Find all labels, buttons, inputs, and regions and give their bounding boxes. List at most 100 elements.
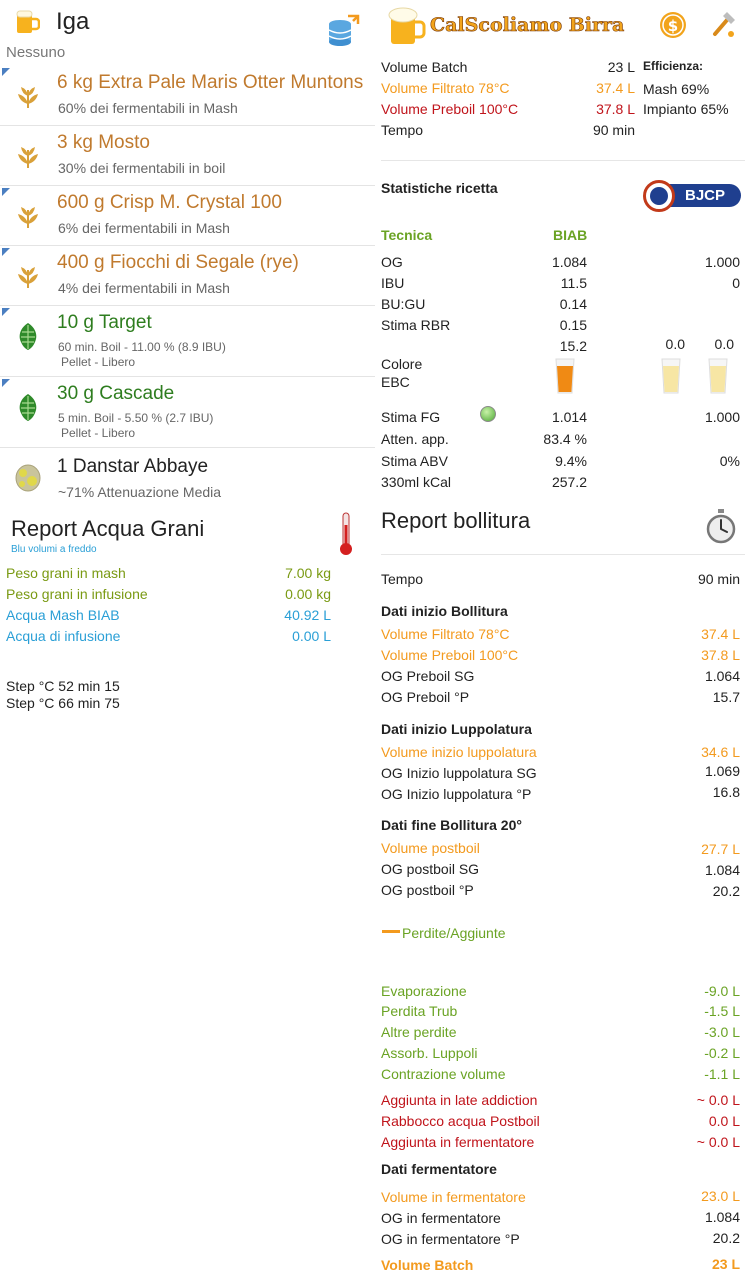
stat-target-value: 0 bbox=[732, 275, 740, 291]
stat-label: BU:GU bbox=[381, 296, 426, 312]
stat-value: 83.4 % bbox=[543, 431, 587, 447]
stat-value: 9.4% bbox=[555, 453, 587, 469]
beer-mug-logo-icon bbox=[388, 7, 426, 44]
edit-corner-marker bbox=[2, 308, 10, 316]
losses-toggle-label[interactable]: Perdite/Aggiunte bbox=[402, 925, 506, 941]
loss-label: Assorb. Luppoli bbox=[381, 1045, 478, 1061]
svg-text:$: $ bbox=[668, 17, 678, 35]
boil-row-label: OG Inizio luppolatura SG bbox=[381, 765, 537, 781]
mash-step: Step °C 52 min 15 bbox=[6, 678, 120, 694]
boil-row-label: OG postboil °P bbox=[381, 882, 474, 898]
boil-row-value: 27.7 L bbox=[701, 841, 740, 857]
ingredient-row[interactable]: 30 g Cascade 5 min. Boil - 5.50 % (2.7 I… bbox=[0, 377, 375, 448]
stat-label: IBU bbox=[381, 275, 405, 291]
edit-corner-marker bbox=[2, 379, 10, 387]
water-row-value: 7.00 kg bbox=[285, 565, 331, 581]
ingredient-name: 10 g Target bbox=[57, 312, 152, 333]
fermenter-row-value: 1.084 bbox=[704, 1209, 740, 1225]
boil-section-title: Dati inizio Bollitura bbox=[381, 603, 508, 619]
tools-icon[interactable] bbox=[709, 10, 737, 40]
ingredient-row[interactable]: 600 g Crisp M. Crystal 100 6% dei fermen… bbox=[0, 186, 375, 246]
stat-label: Stima ABV bbox=[381, 453, 448, 469]
ingredient-name: 3 kg Mosto bbox=[57, 132, 150, 153]
boil-row-label: OG Preboil SG bbox=[381, 668, 475, 684]
technique-label: Tecnica bbox=[381, 227, 433, 243]
ingredient-row[interactable]: 400 g Fiocchi di Segale (rye) 4% dei fer… bbox=[0, 246, 375, 306]
stat-label: 330ml kCal bbox=[381, 474, 452, 490]
addition-label: Aggiunta in fermentatore bbox=[381, 1134, 535, 1150]
ingredient-row[interactable]: 1 Danstar Abbaye ~71% Attenuazione Media bbox=[0, 448, 375, 508]
water-row-label: Peso grani in mash bbox=[6, 565, 126, 581]
stat-value: 0.15 bbox=[559, 317, 587, 333]
stat-label: Atten. app. bbox=[381, 431, 449, 447]
final-batch-label: Volume Batch bbox=[381, 1257, 474, 1273]
color-label: Colore bbox=[381, 356, 423, 372]
stat-target-value: 1.000 bbox=[704, 409, 740, 425]
ingredient-desc: 60% dei fermentabili in Mash bbox=[58, 100, 238, 116]
beer-glass-max-icon bbox=[708, 358, 728, 394]
ingredient-form: Pellet - Libero bbox=[61, 426, 136, 440]
addition-label: Aggiunta in late addiction bbox=[381, 1092, 538, 1108]
boil-row-value: 1.069 bbox=[704, 763, 740, 779]
loss-label: Contrazione volume bbox=[381, 1066, 506, 1082]
loss-value: -9.0 L bbox=[704, 983, 740, 999]
divider bbox=[381, 160, 745, 161]
stat-label: Stima FG bbox=[381, 409, 441, 425]
database-sync-icon[interactable] bbox=[326, 12, 362, 48]
color-unit-label: EBC bbox=[381, 374, 410, 390]
ingredient-row[interactable]: 10 g Target 60 min. Boil - 11.00 % (8.9 … bbox=[0, 306, 375, 377]
beer-glass-min-icon bbox=[661, 358, 681, 394]
edit-corner-marker bbox=[2, 68, 10, 76]
boil-row-value: 15.7 bbox=[712, 689, 740, 705]
stats-title: Statistiche ricetta bbox=[381, 180, 498, 196]
ingredient-row[interactable]: 6 kg Extra Pale Maris Otter Muntons 60% … bbox=[0, 66, 375, 126]
stat-value: 257.2 bbox=[551, 474, 587, 490]
wheat-icon bbox=[18, 207, 38, 228]
final-batch-value: 23 L bbox=[711, 1256, 740, 1272]
stat-value: 0.14 bbox=[559, 296, 587, 312]
boil-row-value: 37.8 L bbox=[701, 647, 740, 663]
recipe-title[interactable]: Iga bbox=[56, 8, 89, 36]
hop-icon bbox=[19, 394, 37, 421]
addition-value: 0.0 L bbox=[708, 1113, 740, 1129]
fermenter-row-label: OG in fermentatore bbox=[381, 1210, 501, 1226]
fermenter-row-label: Volume in fermentatore bbox=[381, 1189, 526, 1205]
boil-row-label: Volume postboil bbox=[381, 840, 480, 856]
fg-status-indicator bbox=[480, 406, 496, 422]
beer-glass-color-icon bbox=[555, 358, 575, 394]
ingredient-form: Pellet - Libero bbox=[61, 355, 136, 369]
ingredient-desc: 6% dei fermentabili in Mash bbox=[58, 220, 230, 236]
ingredient-row[interactable]: 3 kg Mosto 30% dei fermentabili in boil bbox=[0, 126, 375, 186]
bjcp-badge[interactable]: BJCP bbox=[643, 180, 743, 212]
addition-value: ~ 0.0 L bbox=[696, 1092, 740, 1108]
stopwatch-icon[interactable] bbox=[705, 508, 737, 544]
boil-section-title: Dati inizio Luppolatura bbox=[381, 721, 532, 737]
ingredient-desc: 30% dei fermentabili in boil bbox=[58, 160, 226, 176]
stat-value: 11.5 bbox=[560, 275, 587, 291]
beer-mug-icon bbox=[16, 10, 40, 33]
cost-icon[interactable]: $ bbox=[658, 10, 688, 40]
fermenter-section-title: Dati fermentatore bbox=[381, 1161, 497, 1177]
batch-row-label: Tempo bbox=[381, 122, 424, 138]
batch-row-value: 37.8 L bbox=[596, 101, 635, 117]
batch-row-label: Volume Filtrato 78°C bbox=[381, 80, 510, 96]
water-row-label: Acqua Mash BIAB bbox=[6, 607, 120, 623]
batch-row-value: 37.4 L bbox=[596, 80, 635, 96]
app-logo-text: CalScoliamo Birra bbox=[430, 14, 625, 37]
mash-step: Step °C 66 min 75 bbox=[6, 695, 120, 711]
fermenter-row-value: 23.0 L bbox=[701, 1188, 740, 1204]
wheat-icon bbox=[18, 267, 38, 288]
thermometer-icon bbox=[340, 512, 352, 555]
boil-row-value: 34.6 L bbox=[701, 744, 740, 760]
losses-toggle-bar-icon[interactable] bbox=[382, 930, 400, 933]
technique-value: BIAB bbox=[553, 227, 588, 243]
color-value-max: 0.0 bbox=[714, 336, 734, 352]
ingredient-name: 6 kg Extra Pale Maris Otter Muntons bbox=[57, 72, 364, 93]
batch-row-value: 23 L bbox=[607, 59, 635, 75]
stat-target-value: 0% bbox=[719, 453, 740, 469]
fermenter-row-label: OG in fermentatore °P bbox=[381, 1231, 520, 1247]
recipe-style: Nessuno bbox=[6, 44, 66, 61]
boil-row-value: 1.084 bbox=[704, 862, 740, 878]
batch-row-label: Volume Batch bbox=[381, 59, 468, 75]
edit-corner-marker bbox=[2, 248, 10, 256]
